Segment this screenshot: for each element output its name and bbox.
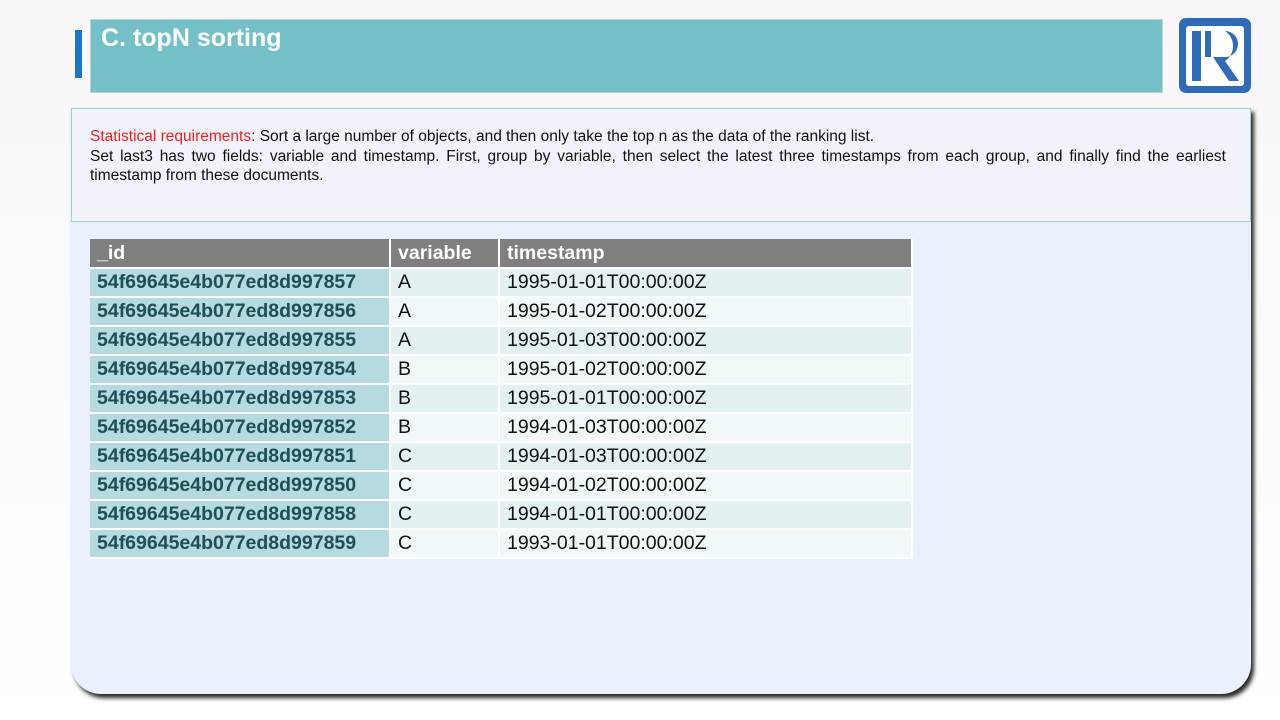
variable-cell: C [390,529,500,559]
variable-cell: C [390,471,500,501]
table-row: 54f69645e4b077ed8d997858 C 1994-01-01T00… [90,500,913,530]
requirements-text: Statistical requirements: Sort a large n… [90,127,1226,186]
variable-cell: A [390,268,500,298]
requirements-statement: : Sort a large number of objects, and th… [251,128,875,145]
timestamp-cell: 1995-01-01T00:00:00Z [499,268,913,298]
variable-cell: B [390,355,500,385]
requirements-box: Statistical requirements: Sort a large n… [71,108,1251,222]
table-row: 54f69645e4b077ed8d997856 A 1995-01-02T00… [90,297,913,327]
table-row: 54f69645e4b077ed8d997857 A 1995-01-01T00… [90,268,913,298]
variable-cell: A [390,297,500,327]
timestamp-cell: 1995-01-02T00:00:00Z [499,355,913,385]
title-accent-bar [75,30,82,78]
table-row: 54f69645e4b077ed8d997859 C 1993-01-01T00… [90,529,913,559]
column-header-timestamp: timestamp [499,239,913,269]
id-cell: 54f69645e4b077ed8d997857 [90,268,391,298]
timestamp-cell: 1994-01-02T00:00:00Z [499,471,913,501]
table-row: 54f69645e4b077ed8d997850 C 1994-01-02T00… [90,471,913,501]
variable-cell: B [390,384,500,414]
title-bar: C. topN sorting [90,19,1163,93]
r-logo-glyph [1186,26,1244,86]
table-row: 54f69645e4b077ed8d997853 B 1995-01-01T00… [90,384,913,414]
table-header-row: _id variable timestamp [90,239,913,269]
table-row: 54f69645e4b077ed8d997851 C 1994-01-03T00… [90,442,913,472]
id-cell: 54f69645e4b077ed8d997854 [90,355,391,385]
variable-cell: A [390,326,500,356]
variable-cell: C [390,442,500,472]
id-cell: 54f69645e4b077ed8d997850 [90,471,391,501]
table-row: 54f69645e4b077ed8d997855 A 1995-01-03T00… [90,326,913,356]
page-title: C. topN sorting [101,24,282,52]
column-header-variable: variable [390,239,500,269]
variable-cell: C [390,500,500,530]
variable-cell: B [390,413,500,443]
timestamp-cell: 1995-01-02T00:00:00Z [499,297,913,327]
column-header-id: _id [90,239,391,269]
r-logo-icon [1179,18,1251,93]
timestamp-cell: 1995-01-03T00:00:00Z [499,326,913,356]
id-cell: 54f69645e4b077ed8d997859 [90,529,391,559]
requirements-detail: Set last3 has two fields: variable and t… [90,147,1226,185]
timestamp-cell: 1994-01-03T00:00:00Z [499,413,913,443]
id-cell: 54f69645e4b077ed8d997851 [90,442,391,472]
timestamp-cell: 1994-01-03T00:00:00Z [499,442,913,472]
requirements-label: Statistical requirements [90,128,252,145]
id-cell: 54f69645e4b077ed8d997856 [90,297,391,327]
timestamp-cell: 1994-01-01T00:00:00Z [499,500,913,530]
id-cell: 54f69645e4b077ed8d997855 [90,326,391,356]
id-cell: 54f69645e4b077ed8d997852 [90,413,391,443]
timestamp-cell: 1993-01-01T00:00:00Z [499,529,913,559]
id-cell: 54f69645e4b077ed8d997858 [90,500,391,530]
table-row: 54f69645e4b077ed8d997854 B 1995-01-02T00… [90,355,913,385]
table-row: 54f69645e4b077ed8d997852 B 1994-01-03T00… [90,413,913,443]
data-table: _id variable timestamp 54f69645e4b077ed8… [90,239,913,559]
timestamp-cell: 1995-01-01T00:00:00Z [499,384,913,414]
id-cell: 54f69645e4b077ed8d997853 [90,384,391,414]
